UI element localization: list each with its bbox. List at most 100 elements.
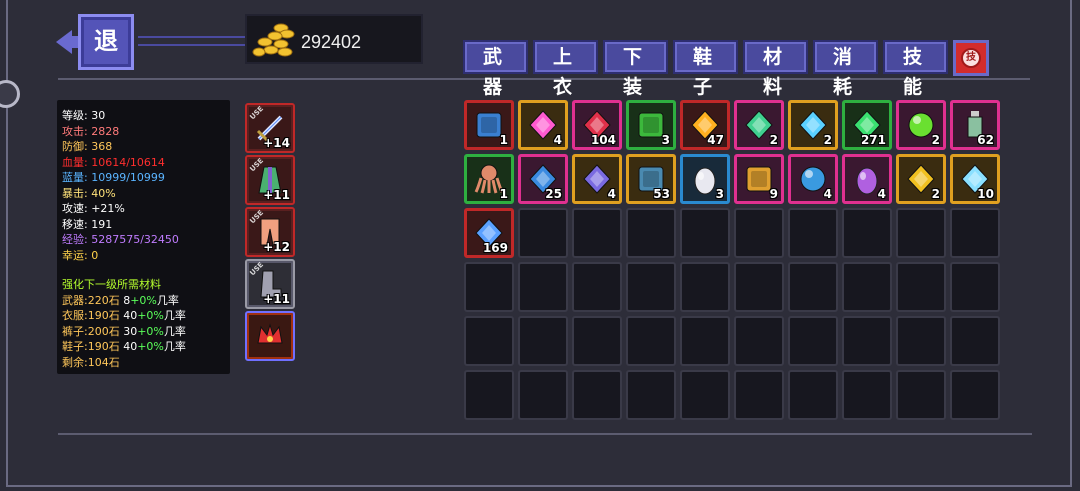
tab-weapon[interactable]: 武器 bbox=[463, 40, 528, 98]
item-count: 3 bbox=[661, 133, 670, 147]
empty-slot[interactable] bbox=[950, 370, 1000, 420]
skill-tab-icon[interactable]: 技 bbox=[953, 40, 989, 76]
empty-slot[interactable] bbox=[518, 208, 568, 258]
empty-slot[interactable] bbox=[950, 262, 1000, 312]
upgrade-label: 武器:220石 bbox=[62, 293, 120, 307]
empty-slot[interactable] bbox=[518, 370, 568, 420]
empty-slot[interactable] bbox=[842, 316, 892, 366]
tab-bottom[interactable]: 下装 bbox=[603, 40, 668, 98]
inventory-item[interactable]: 2 bbox=[896, 154, 946, 204]
empty-slot[interactable] bbox=[464, 316, 514, 366]
stat-value: 30 bbox=[91, 109, 106, 122]
empty-slot[interactable] bbox=[788, 208, 838, 258]
inventory-item[interactable]: 1 bbox=[464, 154, 514, 204]
empty-slot[interactable] bbox=[788, 370, 838, 420]
empty-slot[interactable] bbox=[950, 316, 1000, 366]
upgrade-level: 30 bbox=[123, 324, 138, 338]
item-count: 10 bbox=[977, 187, 994, 201]
empty-slot[interactable] bbox=[896, 208, 946, 258]
equip-slot-armor[interactable]: USE +11 bbox=[245, 155, 295, 205]
empty-slot[interactable] bbox=[950, 208, 1000, 258]
stat-label: 暴击: bbox=[62, 186, 88, 200]
tab-skills[interactable]: 技能 bbox=[883, 40, 948, 98]
equipment-slots: USE +14 USE +11 USE +12 USE +11 bbox=[245, 103, 297, 363]
inventory-item[interactable]: 62 bbox=[950, 100, 1000, 150]
empty-slot[interactable] bbox=[680, 262, 730, 312]
stat-row: 蓝量: 10999/10999 bbox=[62, 170, 225, 186]
empty-slot[interactable] bbox=[626, 262, 676, 312]
back-box[interactable]: 退 bbox=[78, 14, 134, 70]
inventory-item[interactable]: 169 bbox=[464, 208, 514, 258]
upgrade-level: 40 bbox=[123, 340, 138, 353]
empty-slot[interactable] bbox=[626, 316, 676, 366]
equip-level: +14 bbox=[263, 136, 290, 150]
stat-label: 攻击: bbox=[62, 124, 88, 138]
empty-slot[interactable] bbox=[680, 208, 730, 258]
empty-slot[interactable] bbox=[572, 262, 622, 312]
inventory-item[interactable]: 4 bbox=[842, 154, 892, 204]
inventory-item[interactable]: 2 bbox=[734, 100, 784, 150]
empty-slot[interactable] bbox=[788, 316, 838, 366]
inventory-item[interactable]: 4 bbox=[518, 100, 568, 150]
inventory-item[interactable]: 53 bbox=[626, 154, 676, 204]
inventory-item[interactable]: 25 bbox=[518, 154, 568, 204]
empty-slot[interactable] bbox=[626, 208, 676, 258]
empty-slot[interactable] bbox=[680, 370, 730, 420]
stat-label: 血量: bbox=[62, 155, 88, 169]
empty-slot[interactable] bbox=[896, 370, 946, 420]
inventory-item[interactable]: 9 bbox=[734, 154, 784, 204]
empty-slot[interactable] bbox=[896, 262, 946, 312]
inventory-item[interactable]: 47 bbox=[680, 100, 730, 150]
empty-slot[interactable] bbox=[788, 262, 838, 312]
item-count: 3 bbox=[715, 187, 724, 201]
stat-row: 攻击: 2828 bbox=[62, 124, 225, 140]
equip-slot-weapon[interactable]: USE +14 bbox=[245, 103, 295, 153]
back-button[interactable]: 退 bbox=[56, 10, 258, 72]
empty-slot[interactable] bbox=[842, 262, 892, 312]
upgrade-level: 40 bbox=[123, 309, 138, 322]
inventory-item[interactable]: 4 bbox=[572, 154, 622, 204]
empty-slot[interactable] bbox=[734, 316, 784, 366]
inventory-item[interactable]: 3 bbox=[626, 100, 676, 150]
item-count: 4 bbox=[553, 133, 562, 147]
empty-slot[interactable] bbox=[896, 316, 946, 366]
upgrade-label: 鞋子:190石 bbox=[62, 340, 120, 353]
stat-label: 幸运: bbox=[62, 248, 88, 262]
equip-slot-pants[interactable]: USE +12 bbox=[245, 207, 295, 257]
inventory-item[interactable]: 3 bbox=[680, 154, 730, 204]
inventory-item[interactable]: 10 bbox=[950, 154, 1000, 204]
empty-slot[interactable] bbox=[572, 208, 622, 258]
empty-slot[interactable] bbox=[842, 370, 892, 420]
tab-shoes[interactable]: 鞋子 bbox=[673, 40, 738, 98]
empty-slot[interactable] bbox=[572, 316, 622, 366]
equip-slot-boots[interactable]: USE +11 bbox=[245, 259, 295, 309]
stats-panel: 等级: 30 攻击: 2828 防御: 368 血量: 10614/10614 蓝量: … bbox=[57, 100, 230, 374]
stat-row: 暴击: 40% bbox=[62, 186, 225, 202]
tab-top[interactable]: 上衣 bbox=[533, 40, 598, 98]
empty-slot[interactable] bbox=[464, 262, 514, 312]
empty-slot[interactable] bbox=[734, 262, 784, 312]
empty-slot[interactable] bbox=[518, 262, 568, 312]
empty-slot[interactable] bbox=[518, 316, 568, 366]
empty-slot[interactable] bbox=[572, 370, 622, 420]
inventory-item[interactable]: 4 bbox=[788, 154, 838, 204]
empty-slot[interactable] bbox=[842, 208, 892, 258]
inventory-item[interactable]: 2 bbox=[896, 100, 946, 150]
stat-value: 10614/10614 bbox=[91, 155, 165, 169]
inventory-item[interactable]: 1 bbox=[464, 100, 514, 150]
stat-label: 经验: bbox=[62, 233, 88, 246]
item-count: 62 bbox=[977, 133, 994, 147]
tab-consumables[interactable]: 消耗 bbox=[813, 40, 878, 98]
empty-slot[interactable] bbox=[680, 316, 730, 366]
stats-gap bbox=[62, 263, 225, 277]
inventory-item[interactable]: 2 bbox=[788, 100, 838, 150]
inventory-item[interactable]: 271 bbox=[842, 100, 892, 150]
empty-slot[interactable] bbox=[464, 370, 514, 420]
inventory-item[interactable]: 104 bbox=[572, 100, 622, 150]
tab-materials[interactable]: 材料 bbox=[743, 40, 808, 98]
empty-slot[interactable] bbox=[626, 370, 676, 420]
equip-slot-accessory[interactable] bbox=[245, 311, 295, 361]
empty-slot[interactable] bbox=[734, 370, 784, 420]
empty-slot[interactable] bbox=[734, 208, 784, 258]
item-count: 1 bbox=[499, 187, 508, 201]
